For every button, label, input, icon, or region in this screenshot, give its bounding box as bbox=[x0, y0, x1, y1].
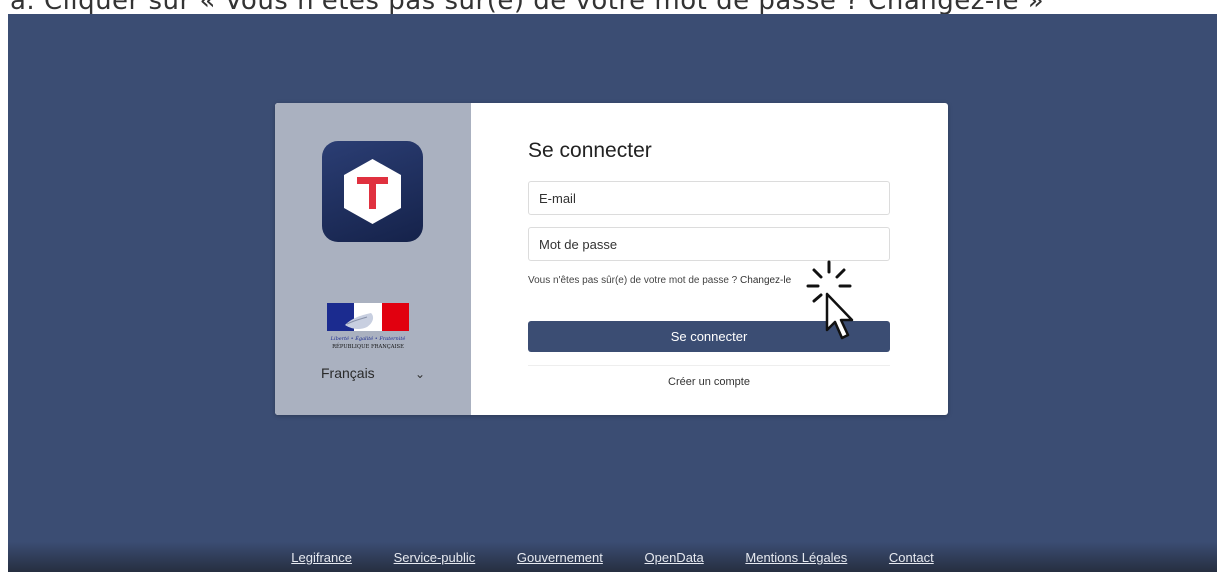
login-title: Se connecter bbox=[528, 139, 652, 162]
chevron-down-icon: ⌄ bbox=[414, 367, 425, 381]
footer-link-opendata[interactable]: OpenData bbox=[645, 550, 704, 565]
footer: Legifrance Service-public Gouvernement O… bbox=[8, 542, 1217, 572]
language-label: Français bbox=[321, 365, 375, 381]
footer-link-legifrance[interactable]: Legifrance bbox=[291, 550, 352, 565]
card-right-panel: Se connecter E-mail Mot de passe Vous n'… bbox=[471, 103, 948, 415]
logo-republique: RÉPUBLIQUE FRANÇAISE bbox=[332, 342, 404, 350]
login-screen: Liberté • Égalité • Fraternité RÉPUBLIQU… bbox=[8, 14, 1217, 572]
create-account-link[interactable]: Créer un compte bbox=[528, 376, 890, 388]
logo-motto: Liberté • Égalité • Fraternité bbox=[330, 334, 406, 342]
forgot-password-prompt: Vous n'êtes pas sûr(e) de votre mot de p… bbox=[528, 275, 741, 286]
footer-link-gouvernement[interactable]: Gouvernement bbox=[517, 550, 603, 565]
email-field[interactable]: E-mail bbox=[528, 181, 890, 215]
footer-links: Legifrance Service-public Gouvernement O… bbox=[8, 550, 1217, 565]
change-password-link[interactable]: Changez-le bbox=[740, 275, 791, 286]
pointer-cursor-icon bbox=[802, 258, 872, 348]
footer-link-service-public[interactable]: Service-public bbox=[394, 550, 476, 565]
app-logo-icon bbox=[322, 141, 423, 242]
divider bbox=[528, 365, 890, 366]
footer-link-mentions-legales[interactable]: Mentions Légales bbox=[745, 550, 847, 565]
language-select[interactable]: Français ⌄ bbox=[321, 365, 425, 385]
marianne-logo: Liberté • Égalité • Fraternité RÉPUBLIQU… bbox=[327, 303, 409, 355]
footer-link-contact[interactable]: Contact bbox=[889, 550, 934, 565]
forgot-password-text: Vous n'êtes pas sûr(e) de votre mot de p… bbox=[528, 275, 791, 286]
card-left-panel: Liberté • Égalité • Fraternité RÉPUBLIQU… bbox=[275, 103, 471, 415]
password-field[interactable]: Mot de passe bbox=[528, 227, 890, 261]
